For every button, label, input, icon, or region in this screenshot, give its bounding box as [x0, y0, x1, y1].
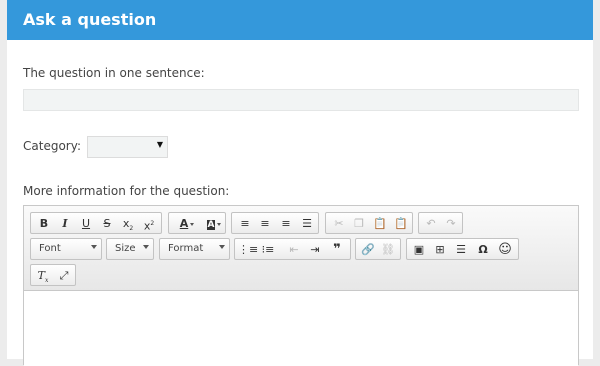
links-group: 🔗 ⛓ [355, 238, 401, 260]
strikethrough-button[interactable]: S [98, 215, 116, 232]
cut-icon[interactable]: ✂ [330, 215, 348, 232]
format-chevron-down-icon [219, 245, 225, 249]
font-combo-label: Font [39, 243, 61, 254]
format-combo-label: Format [168, 243, 204, 254]
size-combo-label: Size [115, 243, 136, 254]
category-label: Category: [23, 139, 81, 153]
align-left-icon[interactable]: ≡ [236, 215, 254, 232]
align-right-icon[interactable]: ≡ [277, 215, 295, 232]
category-select[interactable]: ▼ [87, 136, 168, 158]
rich-text-editor: B I U S x2 x2 A A ≡ ≡ ≡ ☰ ✂ ❐ 📋 📋 ↶ ↷ Fo… [23, 205, 579, 366]
decrease-indent-icon[interactable]: ⇤ [285, 241, 303, 258]
smiley-button[interactable]: ☺ [496, 241, 514, 258]
link-icon[interactable]: 🔗 [359, 241, 377, 258]
alignment-group: ≡ ≡ ≡ ☰ [231, 212, 319, 234]
italic-button[interactable]: I [56, 215, 74, 232]
paste-text-icon[interactable]: 📋 [392, 215, 410, 232]
numbered-list-icon[interactable]: ⋮≡ [238, 241, 258, 258]
increase-indent-icon[interactable]: ⇥ [306, 241, 324, 258]
remove-format-icon[interactable]: Tx [34, 267, 52, 284]
size-combo[interactable]: Size [106, 238, 154, 260]
insert-group: ▣ ⊞ ☰ Ω ☺ [406, 238, 519, 260]
history-group: ↶ ↷ [418, 212, 463, 234]
background-color-caret-icon [217, 223, 221, 226]
colors-group: A A [168, 212, 226, 234]
text-color-button[interactable]: A [172, 215, 196, 232]
tools-group: Tx ⤢ [30, 264, 76, 286]
panel-header: Ask a question [7, 0, 593, 40]
editor-content-area[interactable] [24, 291, 578, 366]
background-color-icon: A [206, 220, 216, 230]
table-icon[interactable]: ⊞ [431, 241, 449, 258]
copy-icon[interactable]: ❐ [350, 215, 368, 232]
blockquote-button[interactable]: ❞ [328, 241, 346, 258]
undo-icon[interactable]: ↶ [422, 215, 440, 232]
text-color-caret-icon [190, 223, 194, 226]
lists-indent-group: ⋮≡ ⁝≡ ⇤ ⇥ ❞ [234, 238, 351, 260]
align-justify-icon[interactable]: ☰ [298, 215, 316, 232]
editor-toolbar: B I U S x2 x2 A A ≡ ≡ ≡ ☰ ✂ ❐ 📋 📋 ↶ ↷ Fo… [24, 206, 578, 291]
basic-styles-group: B I U S x2 x2 [30, 212, 162, 234]
more-info-label: More information for the question: [23, 184, 230, 198]
ask-question-panel: Ask a question The question in one sente… [7, 0, 593, 366]
question-input[interactable] [23, 89, 579, 111]
bulleted-list-icon[interactable]: ⁝≡ [259, 241, 277, 258]
font-chevron-down-icon [91, 245, 97, 249]
bold-button[interactable]: B [35, 215, 53, 232]
page-title: Ask a question [23, 10, 157, 29]
underline-button[interactable]: U [77, 215, 95, 232]
paste-icon[interactable]: 📋 [371, 215, 389, 232]
align-center-icon[interactable]: ≡ [256, 215, 274, 232]
background-color-button[interactable]: A [199, 215, 223, 232]
special-character-button[interactable]: Ω [474, 241, 492, 258]
unlink-icon[interactable]: ⛓ [379, 241, 397, 258]
horizontal-line-icon[interactable]: ☰ [452, 241, 470, 258]
superscript-icon[interactable]: x2 [140, 215, 158, 233]
image-icon[interactable]: ▣ [410, 241, 428, 258]
subscript-icon[interactable]: x2 [119, 215, 137, 232]
clipboard-group: ✂ ❐ 📋 📋 [325, 212, 413, 234]
maximize-icon[interactable]: ⤢ [55, 267, 73, 284]
text-color-icon: A [179, 217, 189, 230]
dropdown-arrow-icon: ▼ [156, 140, 163, 149]
redo-icon[interactable]: ↷ [442, 215, 460, 232]
font-combo[interactable]: Font [30, 238, 102, 260]
format-combo[interactable]: Format [159, 238, 230, 260]
question-label: The question in one sentence: [23, 66, 205, 80]
size-chevron-down-icon [143, 245, 149, 249]
